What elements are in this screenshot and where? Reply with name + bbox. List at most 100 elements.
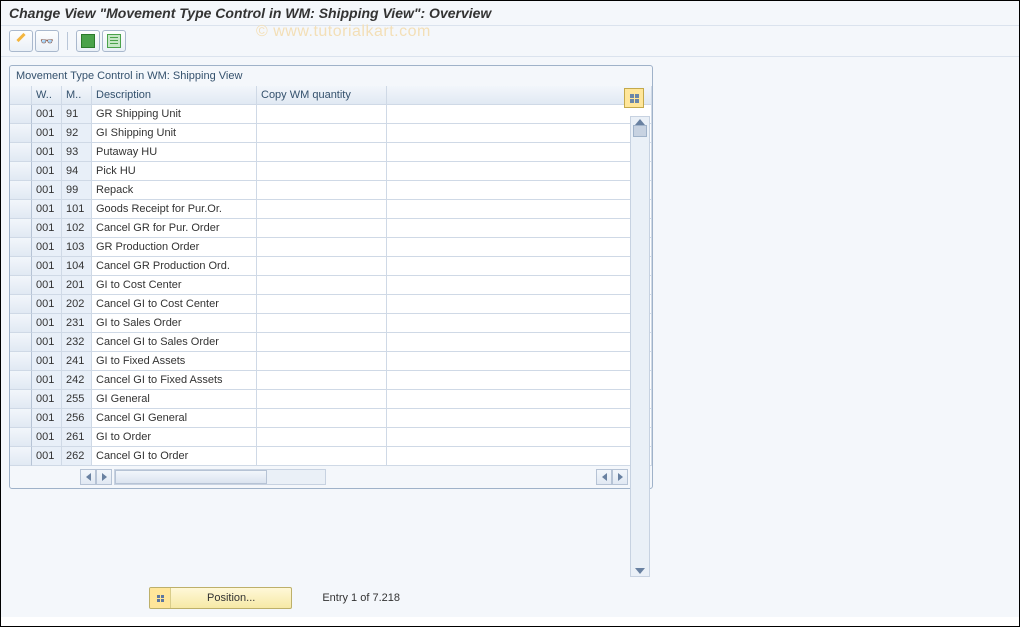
cell-m: 201 xyxy=(62,276,92,295)
cell-copy[interactable] xyxy=(257,200,387,219)
table-row[interactable]: 001256Cancel GI General xyxy=(10,409,652,428)
position-button[interactable]: Position... xyxy=(149,587,292,609)
cell-w: 001 xyxy=(32,257,62,276)
cell-copy[interactable] xyxy=(257,276,387,295)
scroll-thumb[interactable] xyxy=(633,125,647,137)
scroll-down-icon[interactable] xyxy=(635,568,645,574)
cell-copy[interactable] xyxy=(257,352,387,371)
table-row[interactable]: 001104Cancel GR Production Ord. xyxy=(10,257,652,276)
row-selector[interactable] xyxy=(10,257,32,276)
hscroll-left-button[interactable] xyxy=(80,469,96,485)
cell-copy[interactable] xyxy=(257,333,387,352)
details-button[interactable]: 👓 xyxy=(35,30,59,52)
horizontal-scrollbar[interactable] xyxy=(10,466,652,488)
row-selector[interactable] xyxy=(10,105,32,124)
row-selector[interactable] xyxy=(10,428,32,447)
table-row[interactable]: 001261GI to Order xyxy=(10,428,652,447)
hscroll-right2-button[interactable] xyxy=(612,469,628,485)
cell-copy[interactable] xyxy=(257,219,387,238)
row-selector[interactable] xyxy=(10,295,32,314)
select-all-icon xyxy=(81,34,95,48)
row-selector[interactable] xyxy=(10,390,32,409)
cell-w: 001 xyxy=(32,181,62,200)
cell-description: GR Production Order xyxy=(92,238,257,257)
cell-copy[interactable] xyxy=(257,105,387,124)
table-row[interactable]: 001103GR Production Order xyxy=(10,238,652,257)
cell-blank xyxy=(387,105,652,124)
cell-description: GI Shipping Unit xyxy=(92,124,257,143)
cell-copy[interactable] xyxy=(257,124,387,143)
panel-title: Movement Type Control in WM: Shipping Vi… xyxy=(10,66,652,86)
row-selector[interactable] xyxy=(10,200,32,219)
row-selector[interactable] xyxy=(10,371,32,390)
row-selector[interactable] xyxy=(10,219,32,238)
table-row[interactable]: 00194Pick HU xyxy=(10,162,652,181)
select-all-button[interactable] xyxy=(76,30,100,52)
table-row[interactable]: 001255GI General xyxy=(10,390,652,409)
hscroll-right-button[interactable] xyxy=(96,469,112,485)
table-row[interactable]: 001232Cancel GI to Sales Order xyxy=(10,333,652,352)
row-selector[interactable] xyxy=(10,162,32,181)
cell-copy[interactable] xyxy=(257,409,387,428)
col-header-m[interactable]: M.. xyxy=(62,86,92,105)
row-selector[interactable] xyxy=(10,333,32,352)
cell-blank xyxy=(387,428,652,447)
row-selector[interactable] xyxy=(10,238,32,257)
cell-blank xyxy=(387,257,652,276)
cell-copy[interactable] xyxy=(257,447,387,466)
col-header-blank xyxy=(387,86,652,105)
col-header-copy[interactable]: Copy WM quantity xyxy=(257,86,387,105)
vertical-scrollbar[interactable] xyxy=(630,116,650,577)
table-row[interactable]: 001101Goods Receipt for Pur.Or. xyxy=(10,200,652,219)
table-row[interactable]: 001231GI to Sales Order xyxy=(10,314,652,333)
cell-w: 001 xyxy=(32,371,62,390)
cell-copy[interactable] xyxy=(257,428,387,447)
cell-copy[interactable] xyxy=(257,314,387,333)
cell-blank xyxy=(387,124,652,143)
table-row[interactable]: 00199Repack xyxy=(10,181,652,200)
table-row[interactable]: 001241GI to Fixed Assets xyxy=(10,352,652,371)
hscroll-left2-button[interactable] xyxy=(596,469,612,485)
cell-copy[interactable] xyxy=(257,162,387,181)
cell-m: 242 xyxy=(62,371,92,390)
cell-copy[interactable] xyxy=(257,143,387,162)
row-selector[interactable] xyxy=(10,276,32,295)
table-row[interactable]: 00193Putaway HU xyxy=(10,143,652,162)
table-row[interactable]: 001201GI to Cost Center xyxy=(10,276,652,295)
cell-description: Cancel GI to Cost Center xyxy=(92,295,257,314)
toggle-change-button[interactable] xyxy=(9,30,33,52)
chevron-right-icon xyxy=(102,473,107,481)
cell-description: Cancel GI to Order xyxy=(92,447,257,466)
deselect-all-button[interactable] xyxy=(102,30,126,52)
table-row[interactable]: 001262Cancel GI to Order xyxy=(10,447,652,466)
table-row[interactable]: 001242Cancel GI to Fixed Assets xyxy=(10,371,652,390)
row-selector[interactable] xyxy=(10,143,32,162)
cell-copy[interactable] xyxy=(257,238,387,257)
table-settings-button[interactable] xyxy=(624,88,644,108)
row-selector[interactable] xyxy=(10,352,32,371)
cell-copy[interactable] xyxy=(257,390,387,409)
cell-copy[interactable] xyxy=(257,295,387,314)
cell-description: Goods Receipt for Pur.Or. xyxy=(92,200,257,219)
table-panel: Movement Type Control in WM: Shipping Vi… xyxy=(9,65,653,489)
cell-m: 102 xyxy=(62,219,92,238)
table-row[interactable]: 001102Cancel GR for Pur. Order xyxy=(10,219,652,238)
col-header-select[interactable] xyxy=(10,86,32,105)
row-selector[interactable] xyxy=(10,314,32,333)
table-row[interactable]: 00191GR Shipping Unit xyxy=(10,105,652,124)
cell-copy[interactable] xyxy=(257,371,387,390)
table-row[interactable]: 001202Cancel GI to Cost Center xyxy=(10,295,652,314)
cell-copy[interactable] xyxy=(257,181,387,200)
hscroll-thumb[interactable] xyxy=(115,470,267,484)
row-selector[interactable] xyxy=(10,409,32,428)
row-selector[interactable] xyxy=(10,447,32,466)
row-selector[interactable] xyxy=(10,181,32,200)
footer: Position... Entry 1 of 7.218 xyxy=(9,587,1011,609)
table-row[interactable]: 00192GI Shipping Unit xyxy=(10,124,652,143)
cell-copy[interactable] xyxy=(257,257,387,276)
hscroll-track[interactable] xyxy=(114,469,326,485)
col-header-w[interactable]: W.. xyxy=(32,86,62,105)
row-selector[interactable] xyxy=(10,124,32,143)
col-header-description[interactable]: Description xyxy=(92,86,257,105)
cell-w: 001 xyxy=(32,124,62,143)
